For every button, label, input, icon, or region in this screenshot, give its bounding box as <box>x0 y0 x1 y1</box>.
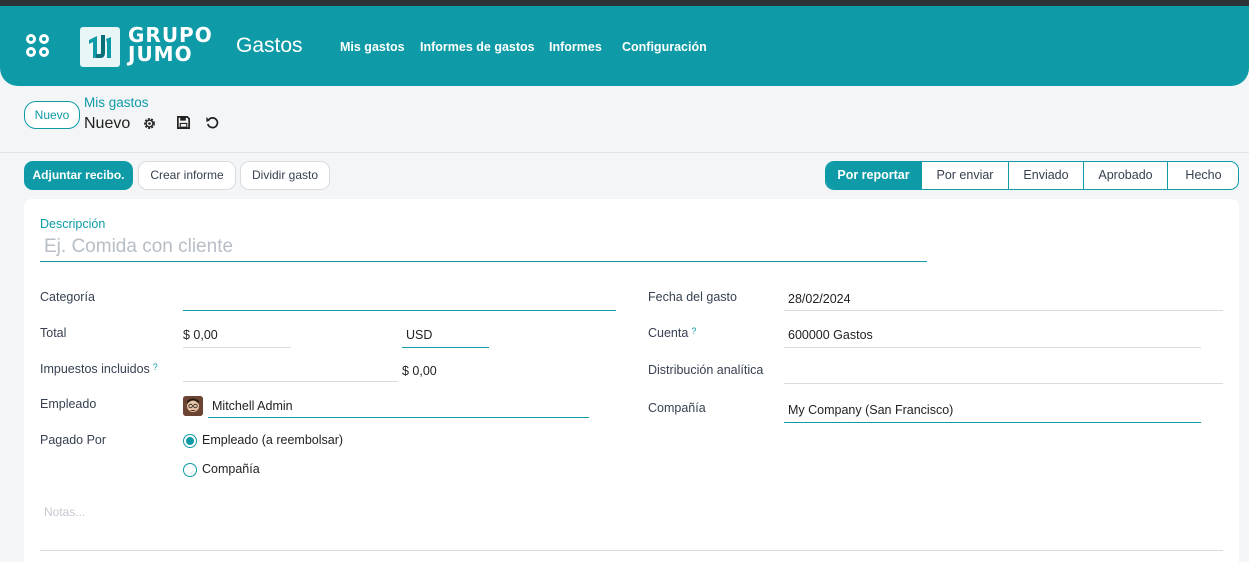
analytic-underline <box>784 383 1223 384</box>
analytic-label: Distribución analítica <box>648 363 764 377</box>
breadcrumb-current: Nuevo <box>84 115 131 132</box>
account-label: Cuenta? <box>648 326 697 340</box>
account-input[interactable]: 600000 Gastos <box>788 328 873 342</box>
category-underline <box>183 310 616 311</box>
description-underline <box>40 261 927 262</box>
employee-avatar <box>183 396 203 416</box>
date-underline <box>784 310 1223 311</box>
menu-mis-gastos[interactable]: Mis gastos <box>340 40 405 54</box>
company-logo-icon <box>80 27 120 67</box>
taxes-help-icon[interactable]: ? <box>153 362 158 372</box>
description-input[interactable]: Ej. Comida con cliente <box>44 236 233 258</box>
stage-por-reportar[interactable]: Por reportar <box>826 162 921 189</box>
paid-by-company-radio[interactable] <box>183 463 197 477</box>
stage-hecho[interactable]: Hecho <box>1167 162 1238 189</box>
company-input[interactable]: My Company (San Francisco) <box>788 403 953 417</box>
total-underline <box>183 347 291 348</box>
paid-by-company-label[interactable]: Compañía <box>202 462 260 476</box>
notes-underline <box>40 550 1223 551</box>
attach-receipt-button[interactable]: Adjuntar recibo. <box>24 161 133 190</box>
create-report-button[interactable]: Crear informe <box>138 161 236 190</box>
navbar: GRUPO JUMO Gastos Mis gastos Informes de… <box>0 6 1249 86</box>
currency-select[interactable]: USD <box>406 328 432 342</box>
stage-por-enviar[interactable]: Por enviar <box>921 162 1008 189</box>
gear-icon[interactable] <box>142 116 157 131</box>
taxes-input[interactable] <box>183 381 398 382</box>
account-underline <box>784 347 1201 348</box>
paid-by-employee-label[interactable]: Empleado (a reembolsar) <box>202 433 343 447</box>
date-label: Fecha del gasto <box>648 290 737 304</box>
status-bar: Por reportar Por enviar Enviado Aprobado… <box>825 161 1239 190</box>
menu-informes[interactable]: Informes <box>549 40 602 54</box>
taxes-amount: $ 0,00 <box>402 364 437 378</box>
breadcrumb-parent[interactable]: Mis gastos <box>84 95 149 110</box>
paid-by-employee-radio[interactable] <box>183 434 197 448</box>
company-underline <box>784 422 1201 423</box>
currency-underline <box>402 347 489 348</box>
new-button[interactable]: Nuevo <box>24 101 80 129</box>
taxes-label: Impuestos incluidos? <box>40 362 158 376</box>
control-panel-divider <box>0 152 1249 153</box>
stage-aprobado[interactable]: Aprobado <box>1083 162 1167 189</box>
total-input[interactable]: $ 0,00 <box>183 328 218 342</box>
category-label: Categoría <box>40 290 95 304</box>
menu-configuracion[interactable]: Configuración <box>622 40 707 54</box>
apps-menu-icon[interactable] <box>26 34 52 60</box>
total-label: Total <box>40 326 67 340</box>
company-label: Compañía <box>648 401 706 415</box>
description-label: Descripción <box>40 217 106 231</box>
split-expense-button[interactable]: Dividir gasto <box>240 161 330 190</box>
employee-underline <box>208 417 589 418</box>
employee-label: Empleado <box>40 397 97 411</box>
menu-informes-de-gastos[interactable]: Informes de gastos <box>420 40 535 54</box>
app-title[interactable]: Gastos <box>236 34 303 58</box>
paid-by-label: Pagado Por <box>40 433 107 447</box>
save-icon[interactable] <box>176 115 191 130</box>
company-logo-text: GRUPO JUMO <box>128 23 213 66</box>
employee-input[interactable]: Mitchell Admin <box>212 399 293 413</box>
date-input[interactable]: 28/02/2024 <box>788 292 851 306</box>
stage-enviado[interactable]: Enviado <box>1008 162 1083 189</box>
discard-changes-icon[interactable] <box>205 115 220 130</box>
account-help-icon[interactable]: ? <box>691 326 696 336</box>
notes-input[interactable]: Notas... <box>44 505 85 519</box>
